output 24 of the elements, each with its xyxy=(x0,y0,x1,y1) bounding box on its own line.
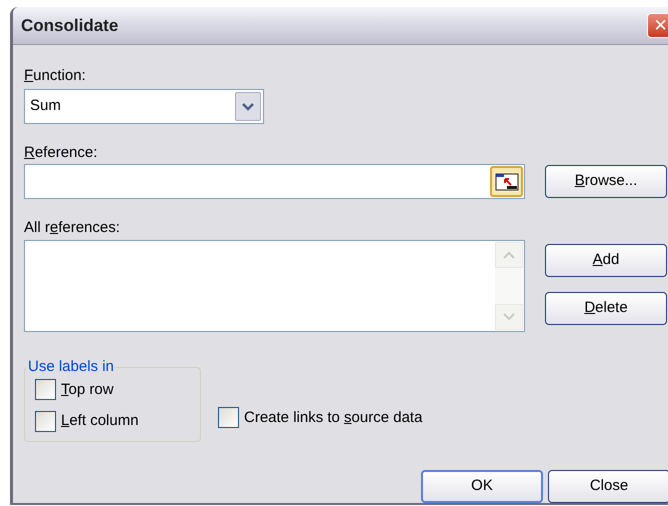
checkbox[interactable] xyxy=(35,379,56,400)
group-legend: Use labels in xyxy=(27,356,115,378)
collapse-dialog-icon[interactable] xyxy=(490,166,523,197)
checkbox-label: Left column xyxy=(61,411,139,431)
checkbox-label: Create links to source data xyxy=(244,408,422,428)
field-label: Reference: xyxy=(24,143,98,162)
browse-button[interactable]: Browse... xyxy=(545,165,667,198)
scroll-down-icon[interactable] xyxy=(495,304,523,330)
checkbox[interactable] xyxy=(218,407,239,428)
scrollbar[interactable] xyxy=(495,242,523,330)
checkbox-label: Top row xyxy=(61,380,114,400)
close-button[interactable]: ✕ xyxy=(647,13,668,38)
checkbox[interactable] xyxy=(35,410,56,432)
field-label: All references: xyxy=(24,218,121,237)
function-dropdown[interactable]: Sum xyxy=(24,89,264,124)
references-list[interactable] xyxy=(24,240,525,332)
scroll-up-icon[interactable] xyxy=(495,242,523,268)
add-button[interactable]: Add xyxy=(545,244,667,277)
window-title: Consolidate xyxy=(21,14,118,37)
reference-field[interactable] xyxy=(24,164,525,199)
ok-button[interactable]: OK xyxy=(421,470,543,503)
field-label: Function: xyxy=(24,66,87,85)
close-dialog-button[interactable]: Close xyxy=(548,470,668,503)
delete-button[interactable]: Delete xyxy=(545,292,667,325)
